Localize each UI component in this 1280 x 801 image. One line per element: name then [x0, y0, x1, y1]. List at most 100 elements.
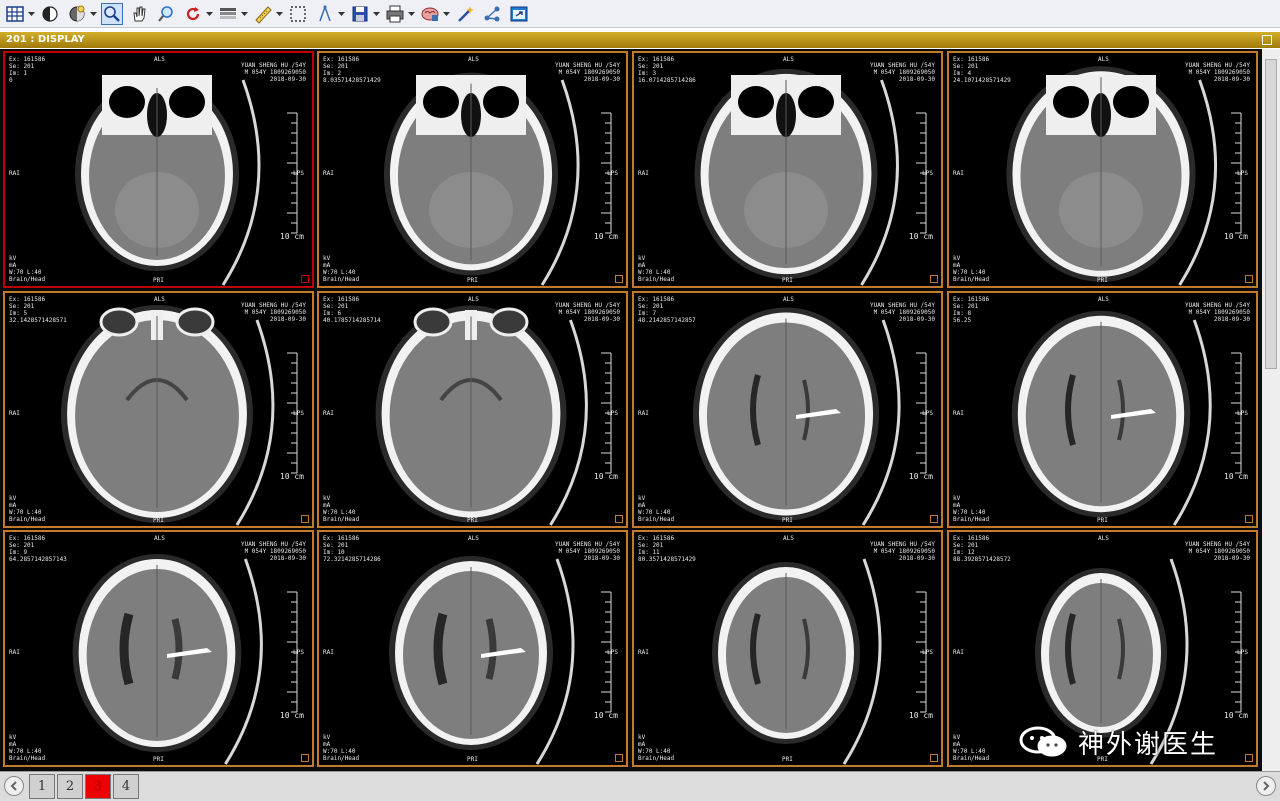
info-ex: Ex: 161586 — [953, 56, 990, 63]
ct-slice-image — [75, 75, 298, 286]
kv-label: kV — [9, 734, 17, 741]
chevron-down-icon[interactable] — [443, 3, 450, 25]
patient-name: YUAN SHENG HU /54Y — [554, 302, 620, 309]
info-se: Se: 201 — [9, 303, 35, 310]
ruler-tool-button[interactable] — [252, 3, 274, 25]
image-info: Ex: 161586 Se: 201 Im: 8 56.25 — [953, 296, 989, 324]
chevron-down-icon[interactable] — [408, 3, 415, 25]
info-ex: Ex: 161586 — [323, 56, 360, 63]
roi-select-tool-button[interactable] — [287, 3, 309, 25]
chevron-down-icon[interactable] — [276, 3, 283, 25]
ct-image-cell[interactable]: Ex: 161586 Se: 201 Im: 4 24.1071428571429 YU… — [947, 51, 1258, 288]
study-date: 2018-09-30 — [1213, 316, 1250, 323]
patient-name: YUAN SHENG HU /54Y — [1184, 541, 1250, 548]
orientation-right: LPS — [1237, 170, 1248, 177]
ct-image-cell[interactable]: Ex: 161586 Se: 201 Im: 11 80.3571428571429 Y… — [632, 530, 943, 767]
info-pos: 24.1071428571429 — [953, 77, 1011, 84]
print-tool-button[interactable] — [384, 3, 406, 25]
ct-image-cell[interactable]: Ex: 161586 Se: 201 Im: 5 32.1428571428571 YU… — [3, 291, 314, 528]
orientation-top: ALS — [783, 535, 794, 542]
print-icon — [386, 5, 404, 22]
scale-label: 10 cm — [1223, 472, 1248, 481]
ct-slice-image — [61, 305, 298, 526]
window-level-tool-button[interactable] — [39, 3, 61, 25]
kv-label: kV — [953, 255, 961, 262]
chevron-down-icon[interactable] — [28, 3, 35, 25]
window-level-label: W:70 L:40 — [323, 509, 356, 516]
fit-window-tool-button[interactable] — [508, 3, 530, 25]
angle-tool-button[interactable] — [314, 3, 336, 25]
orientation-top: ALS — [1098, 56, 1109, 63]
cell-corner-marker — [1245, 754, 1253, 762]
ct-image-cell[interactable]: Ex: 161586 Se: 201 Im: 7 48.2142857142857 YU… — [632, 291, 943, 528]
study-date: 2018-09-30 — [583, 555, 620, 562]
scale-label: 10 cm — [279, 232, 304, 241]
patient-name: YUAN SHENG HU /54Y — [554, 541, 620, 548]
rotate-tool-button[interactable] — [182, 3, 204, 25]
patient-id: M 054Y 1809269050 — [1188, 548, 1250, 555]
save-tool-button[interactable] — [349, 3, 371, 25]
protocol-label: Brain/Head — [953, 755, 990, 762]
chevron-down-icon[interactable] — [90, 3, 97, 25]
chevron-down-icon[interactable] — [241, 3, 248, 25]
link-tool-button[interactable] — [481, 3, 503, 25]
patient-id: M 054Y 1809269050 — [558, 309, 620, 316]
ma-label: mA — [9, 262, 17, 269]
orientation-right: LPS — [922, 170, 933, 177]
chevron-down-icon[interactable] — [373, 3, 380, 25]
scale-label: 10 cm — [908, 232, 933, 241]
ct-image-cell[interactable]: Ex: 161586 Se: 201 Im: 8 56.25 YUAN SHENG HU… — [947, 291, 1258, 528]
ct-image-cell[interactable]: Ex: 161586 Se: 201 Im: 10 72.3214285714286 Y… — [317, 530, 628, 767]
info-pos: 8.03571428571429 — [323, 77, 381, 84]
info-se: Se: 201 — [9, 542, 35, 549]
cell-corner-marker — [615, 515, 623, 523]
pan-hand-tool-button[interactable] — [128, 3, 150, 25]
info-im: Im: 8 — [953, 310, 972, 317]
page-button-1[interactable]: 1 — [29, 774, 55, 799]
page-button-2[interactable]: 2 — [57, 774, 83, 799]
window-level-label: W:70 L:40 — [953, 748, 986, 755]
image-info: Ex: 161586 Se: 201 Im: 6 40.1785714285714 — [323, 296, 381, 324]
kv-label: kV — [638, 495, 646, 502]
info-pos: 56.25 — [953, 317, 972, 324]
orientation-left: RAI — [638, 410, 649, 417]
ma-label: mA — [323, 741, 331, 748]
magnify-lens-tool-button[interactable] — [155, 3, 177, 25]
patient-name: YUAN SHENG HU /54Y — [869, 302, 935, 309]
ct-image-cell[interactable]: Ex: 161586 Se: 201 Im: 9 64.2857142857143 YU… — [3, 530, 314, 767]
patient-info: YUAN SHENG HU /54Y M 054Y 1809269050 2018-… — [241, 541, 306, 562]
ct-image-cell[interactable]: Ex: 161586 Se: 201 Im: 3 16.0714285714286 YU… — [632, 51, 943, 288]
orientation-bottom: PRI — [782, 277, 793, 284]
next-page-button[interactable] — [1256, 776, 1276, 796]
chevron-down-icon[interactable] — [206, 3, 213, 25]
ct-image-cell[interactable]: Ex: 161586 Se: 201 Im: 6 40.1785714285714 YU… — [317, 291, 628, 528]
chevron-down-icon[interactable] — [338, 3, 345, 25]
scrollbar-thumb[interactable] — [1265, 59, 1277, 369]
ct-image-cell[interactable]: Ex: 161586 Se: 201 Im: 1 0 YUAN SHENG HU /54… — [3, 51, 314, 288]
preset-tool-button[interactable] — [66, 3, 88, 25]
patient-id: M 054Y 1809269050 — [558, 548, 620, 555]
page-button-4[interactable]: 4 — [113, 774, 139, 799]
acquisition-info: kV mA W:70 L:40 Brain/Head — [323, 495, 359, 523]
layout-grid-tool-button[interactable] — [4, 3, 26, 25]
restore-icon[interactable] — [1262, 35, 1272, 45]
ct-image-cell[interactable]: Ex: 161586 Se: 201 Im: 2 8.03571428571429 YU… — [317, 51, 628, 288]
ct-slice-image — [375, 305, 612, 526]
page-button-3[interactable]: 3 — [85, 774, 111, 799]
ma-label: mA — [9, 741, 17, 748]
image-grid: Ex: 161586 Se: 201 Im: 1 0 YUAN SHENG HU /54… — [0, 49, 1262, 771]
magic-wand-tool-button[interactable] — [454, 3, 476, 25]
info-ex: Ex: 161586 — [638, 56, 675, 63]
previous-page-button[interactable] — [4, 776, 24, 796]
acquisition-info: kV mA W:70 L:40 Brain/Head — [638, 495, 674, 523]
window-level-label: W:70 L:40 — [638, 509, 671, 516]
info-pos: 32.1428571428571 — [9, 317, 67, 324]
info-se: Se: 201 — [953, 303, 979, 310]
zoom-tool-button[interactable] — [101, 2, 123, 25]
orientation-left: RAI — [9, 410, 20, 417]
vertical-scrollbar[interactable] — [1262, 49, 1280, 771]
protocol-label: Brain/Head — [638, 755, 675, 762]
brain-3d-tool-button[interactable] — [419, 3, 441, 25]
scale-label: 10 cm — [908, 472, 933, 481]
color-map-tool-button[interactable] — [217, 3, 239, 25]
